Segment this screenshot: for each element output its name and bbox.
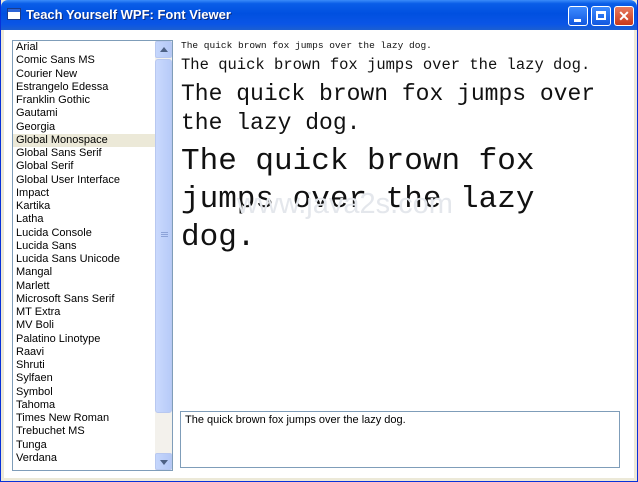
font-list-item[interactable]: Microsoft Sans Serif — [13, 293, 155, 306]
font-list-items: Arial Comic Sans MS Courier New Estrangelo … — [13, 41, 155, 465]
font-list-item[interactable]: Symbol — [13, 386, 155, 399]
font-list-item[interactable]: Lucida Sans — [13, 240, 155, 253]
close-icon: ✕ — [618, 8, 630, 24]
preview-sample-small: The quick brown fox jumps over the lazy … — [181, 40, 432, 51]
font-list-item[interactable]: Comic Sans MS — [13, 54, 155, 67]
preview-sample-large: The quick brown fox jumps over the lazy … — [181, 81, 596, 136]
font-list-item[interactable]: Mangal — [13, 266, 155, 279]
font-list-item[interactable]: Lucida Console — [13, 227, 155, 240]
font-list-item[interactable]: Verdana — [13, 452, 155, 465]
font-list-item[interactable]: Raavi — [13, 346, 155, 359]
preview-sample-medium: The quick brown fox jumps over the lazy … — [181, 56, 591, 74]
font-list-item[interactable]: Kartika — [13, 200, 155, 213]
preview-sample-xlarge: The quick brown fox jumps over the lazy … — [181, 144, 535, 255]
scroll-down-arrow-icon[interactable] — [155, 453, 172, 470]
font-list-item[interactable]: Tahoma — [13, 399, 155, 412]
font-list-item[interactable]: Global User Interface — [13, 174, 155, 187]
font-list-item[interactable]: Arial — [13, 41, 155, 54]
font-list-item[interactable]: MV Boli — [13, 319, 155, 332]
font-list-item[interactable]: Gautami — [13, 107, 155, 120]
scroll-thumb[interactable] — [155, 59, 172, 413]
window-icon — [7, 8, 21, 20]
font-list-scrollbar[interactable] — [155, 41, 172, 470]
font-list-item[interactable]: Times New Roman — [13, 412, 155, 425]
font-list-item[interactable]: Franklin Gothic — [13, 94, 155, 107]
font-list-item[interactable]: Global Monospace — [13, 133, 155, 147]
font-list-item[interactable]: Marlett — [13, 280, 155, 293]
window-title: Teach Yourself WPF: Font Viewer — [26, 7, 231, 22]
scroll-up-arrow-icon[interactable] — [155, 41, 172, 58]
font-list[interactable]: Arial Comic Sans MS Courier New Estrangelo … — [12, 40, 173, 471]
close-button[interactable]: ✕ — [614, 6, 634, 26]
client-area: Arial Comic Sans MS Courier New Estrangelo … — [4, 30, 634, 478]
maximize-icon — [596, 11, 606, 20]
font-list-item[interactable]: Estrangelo Edessa — [13, 81, 155, 94]
maximize-button[interactable] — [591, 6, 611, 26]
font-list-item[interactable]: Tunga — [13, 439, 155, 452]
minimize-button[interactable] — [568, 6, 588, 26]
font-list-item[interactable]: Lucida Sans Unicode — [13, 253, 155, 266]
font-list-item[interactable]: Courier New — [13, 68, 155, 81]
font-list-item[interactable]: Impact — [13, 187, 155, 200]
font-list-item[interactable]: Shruti — [13, 359, 155, 372]
minimize-icon — [574, 19, 581, 22]
font-list-item[interactable]: Trebuchet MS — [13, 425, 155, 438]
sample-text-input[interactable]: The quick brown fox jumps over the lazy … — [180, 411, 620, 468]
font-list-item[interactable]: Sylfaen — [13, 372, 155, 385]
font-list-item[interactable]: Global Serif — [13, 160, 155, 173]
font-list-item[interactable]: Latha — [13, 213, 155, 226]
font-list-item[interactable]: MT Extra — [13, 306, 155, 319]
font-list-item[interactable]: Global Sans Serif — [13, 147, 155, 160]
title-bar[interactable]: Teach Yourself WPF: Font Viewer ✕ — [1, 0, 637, 30]
app-window: Teach Yourself WPF: Font Viewer ✕ Arial C… — [0, 0, 638, 482]
font-list-item[interactable]: Palatino Linotype — [13, 333, 155, 346]
font-list-item[interactable]: Georgia — [13, 121, 155, 134]
